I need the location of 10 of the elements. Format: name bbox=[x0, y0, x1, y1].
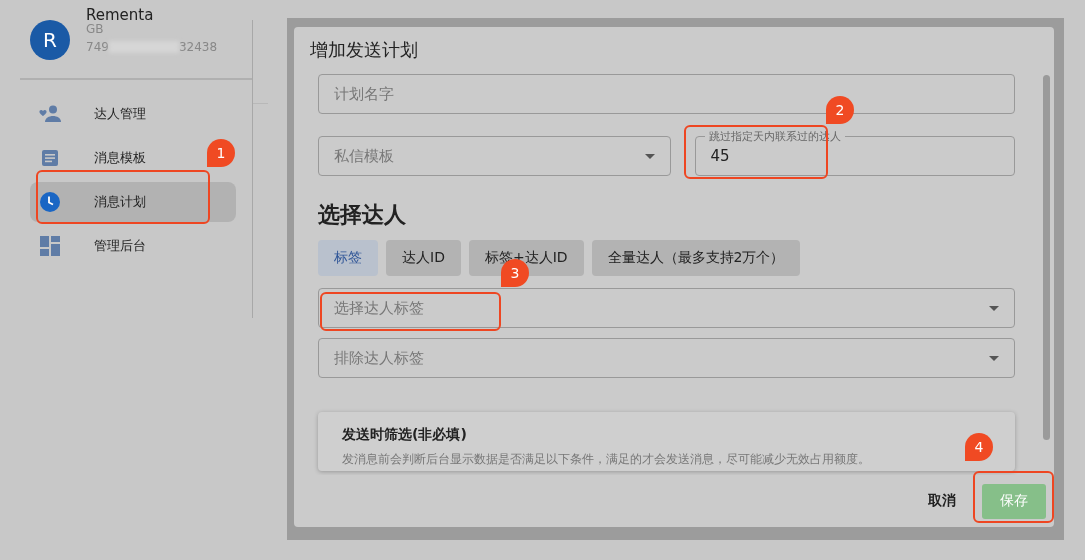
dialog-title: 增加发送计划 bbox=[309, 38, 419, 62]
avatar: R bbox=[30, 20, 70, 60]
account-text: GB bbox=[86, 21, 105, 38]
account-id-start: 749 bbox=[86, 39, 109, 56]
card-title: 发送时筛选(非必填) bbox=[342, 426, 468, 444]
card-description: 发消息前会判断后台显示数据是否满足以下条件，满足的才会发送消息，尽可能减少无效占用额度。 bbox=[342, 452, 871, 467]
section-title: 选择达人 bbox=[318, 201, 407, 229]
step-number-tooltip: 1 bbox=[207, 139, 235, 167]
account-id-end: 32438 bbox=[178, 39, 218, 56]
user-name: Rementa bbox=[86, 8, 155, 20]
